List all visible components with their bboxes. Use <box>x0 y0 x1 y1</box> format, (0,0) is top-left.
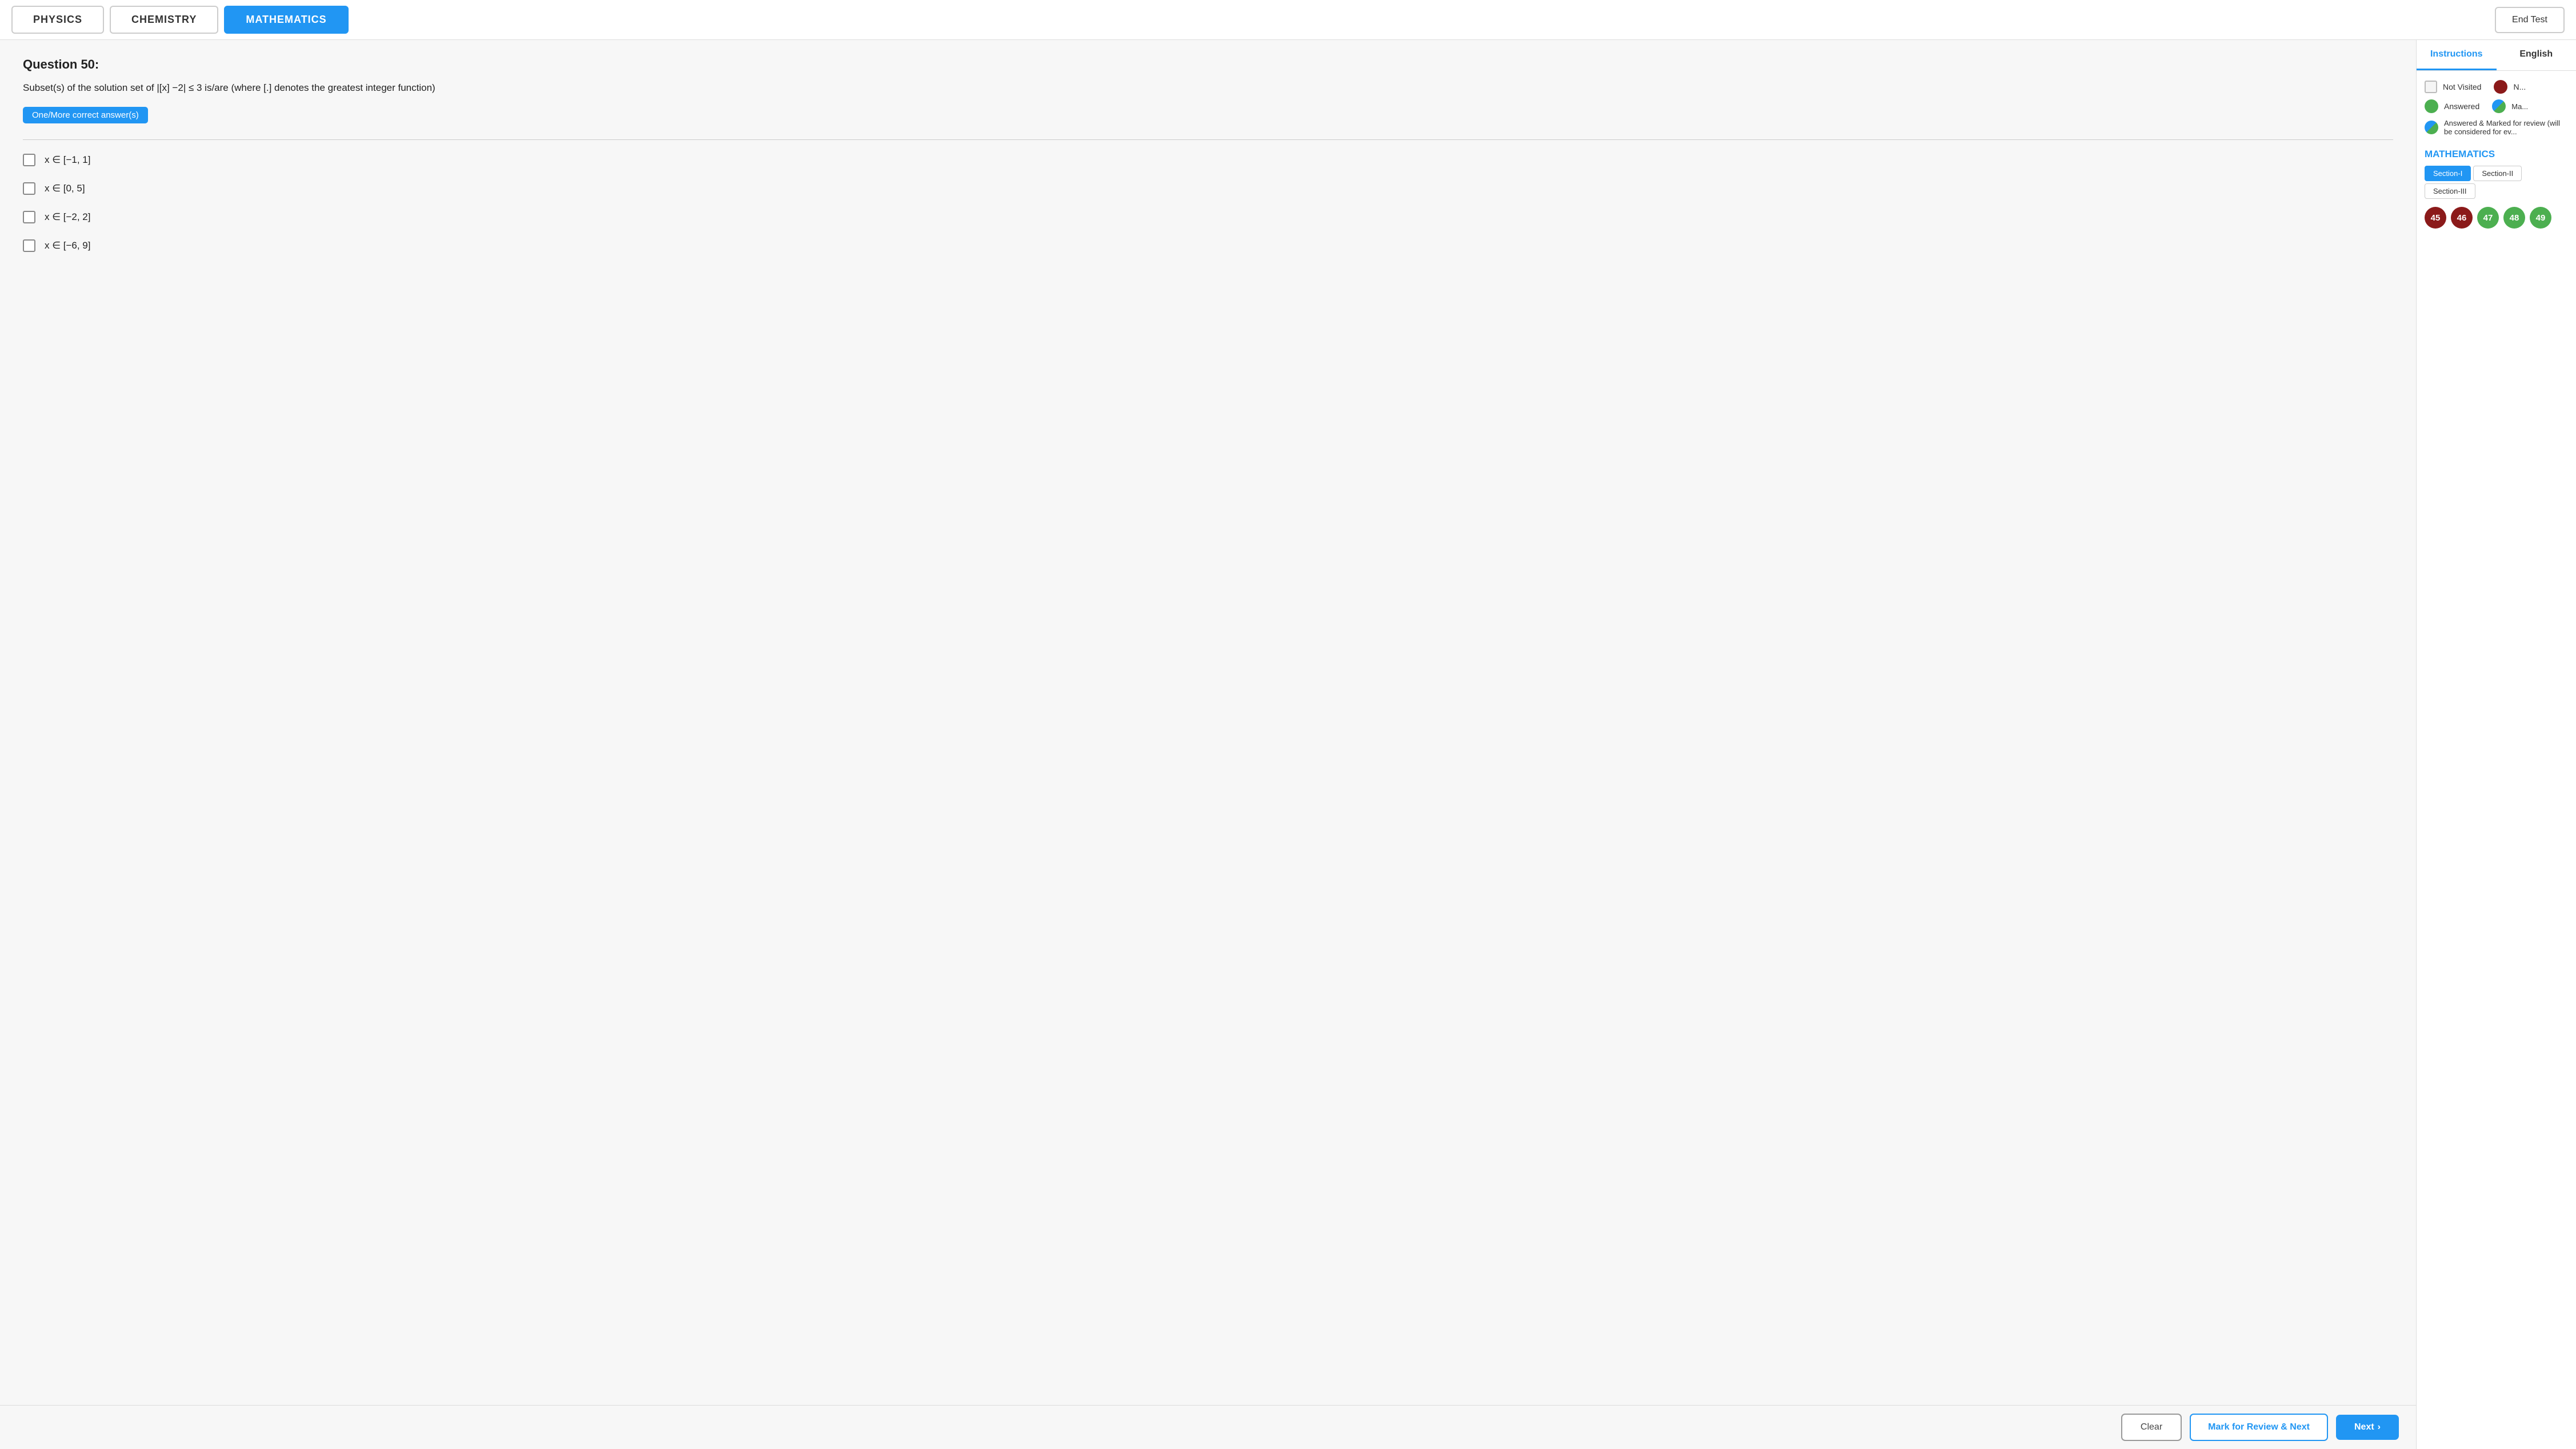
option-row-a: x ∈ [−1, 1] <box>23 154 2393 166</box>
question-area: Question 50: Subset(s) of the solution s… <box>0 40 2416 1405</box>
option-label-c: x ∈ [−2, 2] <box>45 211 90 223</box>
not-visited-icon <box>2425 81 2437 93</box>
checkbox-b[interactable] <box>23 182 35 195</box>
next-button[interactable]: Next › <box>2336 1415 2399 1440</box>
option-row-d: x ∈ [−6, 9] <box>23 239 2393 252</box>
option-label-d: x ∈ [−6, 9] <box>45 240 90 251</box>
option-label-a: x ∈ [−1, 1] <box>45 154 90 166</box>
q-circle-46[interactable]: 46 <box>2451 207 2473 229</box>
answered-icon <box>2425 99 2438 113</box>
q-circle-45[interactable]: 45 <box>2425 207 2446 229</box>
not-answered-icon <box>2494 80 2507 94</box>
top-nav: PHYSICS CHEMISTRY MATHEMATICS End Test <box>0 0 2576 40</box>
sidebar-top: Instructions English <box>2417 40 2576 71</box>
tab-physics[interactable]: PHYSICS <box>11 6 104 34</box>
math-section-title: MATHEMATICS <box>2425 149 2568 160</box>
checkbox-d[interactable] <box>23 239 35 252</box>
tab-chemistry[interactable]: CHEMISTRY <box>110 6 218 34</box>
not-answered-label: N... <box>2513 82 2526 91</box>
english-tab[interactable]: English <box>2497 40 2576 70</box>
next-arrow-icon: › <box>2378 1422 2381 1432</box>
marked-icon <box>2492 99 2506 113</box>
section-tabs: Section-I Section-II Section-III <box>2425 166 2568 199</box>
tab-mathematics[interactable]: MATHEMATICS <box>224 6 348 34</box>
section-tab-2[interactable]: Section-II <box>2473 166 2522 181</box>
option-row-c: x ∈ [−2, 2] <box>23 211 2393 223</box>
question-and-bottom: Question 50: Subset(s) of the solution s… <box>0 40 2416 1449</box>
end-test-button[interactable]: End Test <box>2495 7 2565 33</box>
instructions-tab[interactable]: Instructions <box>2417 40 2497 70</box>
legend-section: Not Visited N... Answered Ma... Answered… <box>2417 71 2576 141</box>
not-visited-label: Not Visited <box>2443 82 2481 91</box>
math-section: MATHEMATICS Section-I Section-II Section… <box>2417 141 2576 233</box>
answered-marked-icon <box>2425 121 2438 134</box>
q-circle-47[interactable]: 47 <box>2477 207 2499 229</box>
main-layout: Question 50: Subset(s) of the solution s… <box>0 40 2576 1449</box>
legend-not-visited: Not Visited N... <box>2425 80 2568 94</box>
clear-button[interactable]: Clear <box>2121 1414 2182 1441</box>
marked-label: Ma... <box>2511 102 2528 111</box>
answered-label: Answered <box>2444 102 2479 111</box>
option-label-b: x ∈ [0, 5] <box>45 183 85 194</box>
q-circle-49[interactable]: 49 <box>2530 207 2551 229</box>
answered-marked-label: Answered & Marked for review (will be co… <box>2444 119 2568 136</box>
checkbox-c[interactable] <box>23 211 35 223</box>
legend-answered-marked: Answered & Marked for review (will be co… <box>2425 119 2568 136</box>
question-text: Subset(s) of the solution set of |[x] −2… <box>23 80 2393 95</box>
question-type-badge: One/More correct answer(s) <box>23 107 148 123</box>
divider <box>23 139 2393 140</box>
sidebar: Instructions English Not Visited N... An… <box>2416 40 2576 1449</box>
question-grid: 45 46 47 48 49 <box>2425 207 2568 229</box>
bottom-bar: Clear Mark for Review & Next Next › <box>0 1405 2416 1449</box>
section-tab-1[interactable]: Section-I <box>2425 166 2471 181</box>
mark-review-button[interactable]: Mark for Review & Next <box>2190 1414 2328 1441</box>
option-row-b: x ∈ [0, 5] <box>23 182 2393 195</box>
q-circle-48[interactable]: 48 <box>2503 207 2525 229</box>
question-title: Question 50: <box>23 57 2393 72</box>
section-tab-3[interactable]: Section-III <box>2425 183 2475 199</box>
legend-answered: Answered Ma... <box>2425 99 2568 113</box>
checkbox-a[interactable] <box>23 154 35 166</box>
